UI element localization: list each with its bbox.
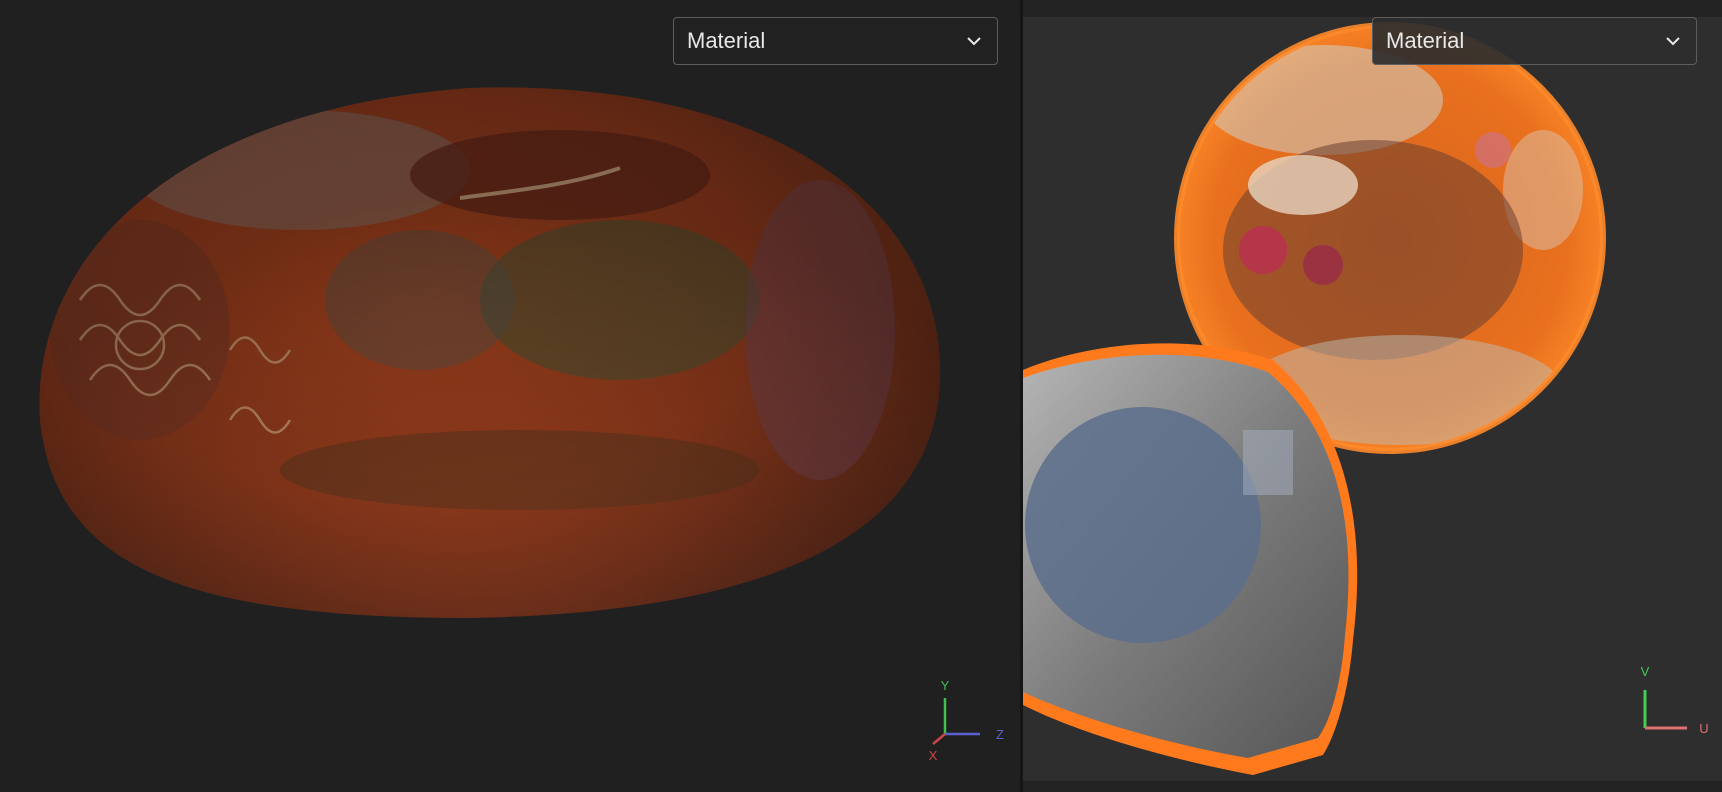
chevron-down-icon: [967, 37, 981, 46]
axis-gizmo: Y Z X: [929, 678, 1004, 763]
u-axis-label: U: [1699, 721, 1708, 736]
viewport-3d[interactable]: Material Y Z X: [0, 0, 1020, 792]
render-mode-dropdown[interactable]: Material: [673, 17, 998, 65]
v-axis-label: V: [1641, 664, 1650, 679]
x-axis-line: [932, 733, 946, 745]
chevron-down-icon: [1666, 37, 1680, 46]
render-mode-label: Material: [687, 28, 766, 53]
uv-render-mode-dropdown[interactable]: Material: [1372, 17, 1697, 65]
viewport-uv[interactable]: Material V U: [1023, 0, 1722, 792]
uv-render-mode-label: Material: [1386, 28, 1465, 53]
uv-axis-gizmo: V U: [1641, 664, 1709, 736]
uv-render: [1023, 22, 1606, 775]
z-axis-label: Z: [996, 727, 1004, 742]
x-axis-label: X: [929, 748, 938, 763]
model-render: [39, 87, 941, 618]
y-axis-label: Y: [941, 678, 950, 693]
